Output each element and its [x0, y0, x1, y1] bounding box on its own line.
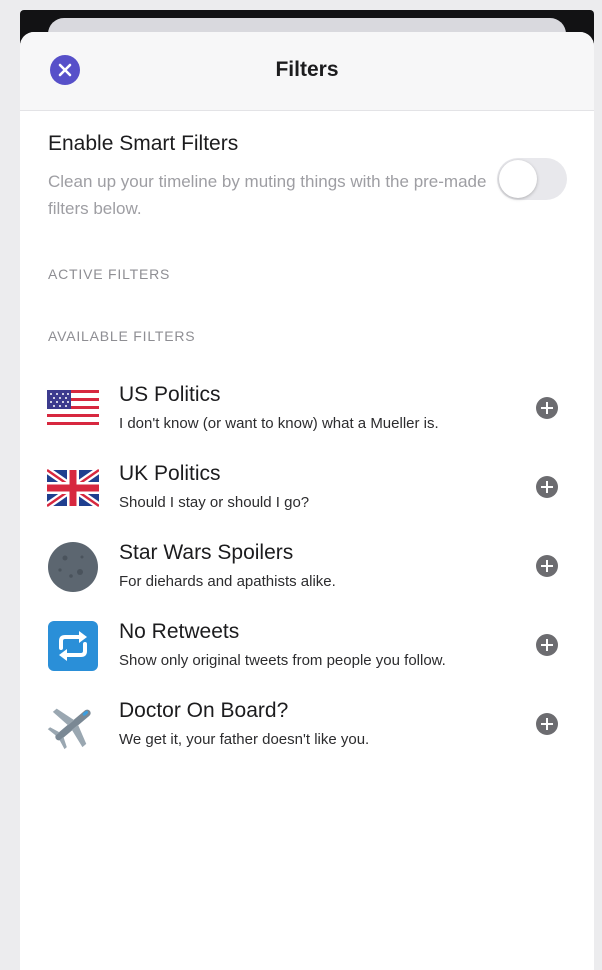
filter-title: UK Politics [119, 462, 221, 485]
screen: Filters Enable Smart Filters Clean up yo… [0, 0, 602, 970]
nav-bar: Filters [20, 32, 594, 111]
smart-filters-section: Enable Smart Filters Clean up your timel… [48, 132, 568, 222]
filter-title: US Politics [119, 383, 221, 406]
filter-title: No Retweets [119, 620, 240, 643]
death-star-icon [48, 542, 98, 592]
filter-subtitle: Should I stay or should I go? [119, 494, 310, 511]
retweet-icon [48, 621, 98, 671]
smart-filters-toggle[interactable] [497, 158, 567, 200]
add-filter-button[interactable] [536, 476, 558, 498]
filters-sheet: Filters Enable Smart Filters Clean up yo… [20, 32, 594, 970]
filter-row-no-retweets[interactable]: No Retweets Show only original tweets fr… [20, 611, 594, 690]
filter-row-us-politics[interactable]: US Politics I don't know (or want to kno… [20, 374, 594, 453]
add-filter-button[interactable] [536, 713, 558, 735]
page-title: Filters [275, 58, 339, 81]
smart-filters-description: Clean up your timeline by muting things … [48, 172, 487, 218]
add-filter-button[interactable] [536, 397, 558, 419]
uk-flag-icon [47, 467, 99, 509]
filter-subtitle: Show only original tweets from people yo… [119, 652, 446, 669]
filter-subtitle: We get it, your father doesn't like you. [119, 731, 370, 748]
add-filter-button[interactable] [536, 555, 558, 577]
available-filters-list: US Politics I don't know (or want to kno… [20, 374, 594, 769]
filter-row-star-wars-spoilers[interactable]: Star Wars Spoilers For diehards and apat… [20, 532, 594, 611]
filter-title: Star Wars Spoilers [119, 541, 294, 564]
active-filters-header: ACTIVE FILTERS [48, 266, 171, 282]
available-filters-header: AVAILABLE FILTERS [48, 328, 196, 344]
smart-filters-title: Enable Smart Filters [48, 132, 239, 155]
filter-row-doctor-on-board[interactable]: Doctor On Board? We get it, your father … [20, 690, 594, 769]
us-flag-icon [47, 390, 99, 428]
filter-title: Doctor On Board? [119, 699, 289, 722]
filter-subtitle: For diehards and apathists alike. [119, 573, 336, 590]
filter-subtitle: I don't know (or want to know) what a Mu… [119, 415, 439, 432]
add-filter-button[interactable] [536, 634, 558, 656]
filter-row-uk-politics[interactable]: UK Politics Should I stay or should I go… [20, 453, 594, 532]
airplane-icon [47, 708, 91, 750]
toggle-knob [499, 160, 537, 198]
